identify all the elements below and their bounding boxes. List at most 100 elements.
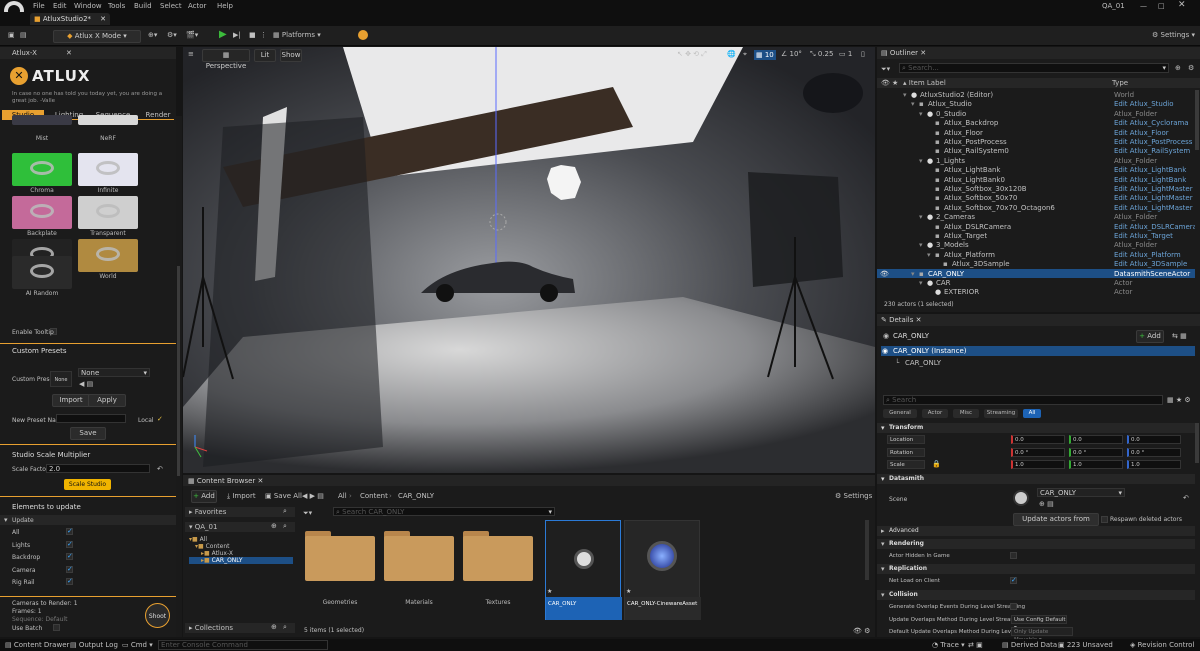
filter-streaming[interactable]: Streaming <box>984 409 1018 418</box>
details-tab[interactable]: ✎ Details ✕ <box>881 316 921 324</box>
filter-misc[interactable]: Misc <box>953 409 979 418</box>
outliner-item-type[interactable]: Edit Atlux_DSLRCamera <box>1114 223 1195 231</box>
tree-toggle-icon[interactable]: ▾ <box>911 270 915 278</box>
rotation-dropdown[interactable]: Rotation <box>887 447 925 457</box>
details-scrollbar[interactable] <box>1195 423 1199 463</box>
preset-thumb[interactable] <box>12 115 72 125</box>
atlux-icon[interactable] <box>358 30 368 40</box>
preset-thumb[interactable] <box>12 256 72 289</box>
panel-scrollbar[interactable] <box>176 116 182 637</box>
outliner-item-type[interactable]: Edit Atlux_LightMaster <box>1114 194 1193 202</box>
outliner-row[interactable]: ▾ ● CAR Actor <box>877 278 1195 287</box>
outliner-row[interactable]: ▪ Atlux_LightBank Edit Atlux_LightBank <box>877 165 1195 174</box>
outliner-row[interactable]: ▪ Atlux_3DSample Edit Atlux_3DSample <box>877 259 1195 268</box>
outliner-item-type[interactable]: DatasmithSceneActor <box>1114 270 1190 278</box>
mode-dropdown[interactable]: ◆ Atlux X Mode ▾ <box>53 30 141 43</box>
filter-all[interactable]: All <box>1023 409 1041 418</box>
location-value-z[interactable]: 0.0 <box>1127 435 1181 444</box>
asset-card[interactable]: CAR_ONLY-CinewareAsset ★ <box>624 520 701 620</box>
import-button[interactable]: Import <box>52 394 90 407</box>
child-component[interactable]: CAR_ONLY <box>905 359 941 367</box>
outliner-row[interactable]: ▪ Atlux_Softbox_30x120B Edit Atlux_LightMa… <box>877 184 1195 193</box>
outliner-row[interactable]: ▾ ▪ Atlux_Platform Edit Atlux_Platform <box>877 250 1195 259</box>
derived-data-button[interactable]: ▤ Derived Data <box>1002 641 1057 649</box>
details-search-input[interactable]: ⌕ Search <box>883 395 1163 405</box>
outliner-item-type[interactable]: Edit Atlux_3DSample <box>1114 260 1187 268</box>
tree-toggle-icon[interactable]: ▾ <box>919 241 923 249</box>
menu-window[interactable]: Window <box>74 2 102 10</box>
add-actor-icon[interactable]: ⊕▾ <box>148 31 157 39</box>
outliner-item-type[interactable]: Edit Atlux_PostProcess <box>1114 138 1192 146</box>
preset-dropdown[interactable]: None ▾ <box>78 368 150 377</box>
outliner-icon[interactable]: ▤ <box>20 31 27 39</box>
outliner-row[interactable]: ▾ ● 2_Cameras Atlux_Folder <box>877 212 1195 221</box>
location-dropdown[interactable]: Location <box>887 435 925 444</box>
search-icon[interactable]: ⌕ <box>283 507 287 516</box>
section-datasmith[interactable]: Datasmith <box>877 474 1195 484</box>
outliner-row[interactable]: ▪ Atlux_Softbox_70x70_Octagon6 Edit Atlux_… <box>877 203 1195 212</box>
menu-edit[interactable]: Edit <box>53 2 67 10</box>
outliner-scrollbar[interactable] <box>1195 90 1199 150</box>
content-search-input[interactable]: ⌕ Search CAR_ONLY ▾ <box>333 507 555 516</box>
hidden-in-game-checkbox[interactable] <box>1010 552 1017 559</box>
layout-icon[interactable]: ▯ <box>861 50 865 58</box>
outliner-item-type[interactable]: Edit Atlux_LightMaster <box>1114 185 1193 193</box>
gen-overlap-checkbox[interactable] <box>1010 603 1017 610</box>
instance-row[interactable]: CAR_ONLY (Instance) <box>881 346 1195 356</box>
select-mode-icon[interactable]: ↖ ✥ ⟲ ⤢ <box>677 50 707 59</box>
outliner-row[interactable]: ▾ ● 3_Models Atlux_Folder <box>877 240 1195 249</box>
outliner-item-type[interactable]: Edit Atlux_Floor <box>1114 129 1169 137</box>
import-button[interactable]: ⤓ Import <box>227 492 256 501</box>
outliner-settings-icon[interactable]: ⚙ <box>1188 64 1194 72</box>
save-all-button[interactable]: ▣ Save All <box>265 492 302 500</box>
search-icon[interactable]: ⌕ <box>283 522 287 531</box>
grid-snap[interactable]: ▦ 10 <box>754 50 776 60</box>
viewport-menu-icon[interactable]: ≡ <box>188 50 194 58</box>
outliner-item-type[interactable]: Edit Atlux_LightBank <box>1114 176 1186 184</box>
update-item-checkbox[interactable] <box>66 540 73 548</box>
asset-label[interactable]: Materials <box>387 599 451 606</box>
reset-icon[interactable]: ↶ <box>157 465 163 473</box>
rotation-value-y[interactable]: 0.0 ° <box>1069 447 1123 457</box>
angle-snap[interactable]: ∠ 10° <box>781 50 802 58</box>
outliner-row[interactable]: ▪ Atlux_Softbox_50x70 Edit Atlux_LightMast… <box>877 193 1195 202</box>
save-button[interactable]: Save <box>70 427 106 440</box>
layout-icon[interactable]: ⇄ ▣ <box>968 641 983 649</box>
asset-card[interactable]: CAR_ONLY ★ <box>545 520 622 620</box>
scale-snap[interactable]: ⤡ 0.25 <box>810 50 833 59</box>
outliner-row[interactable]: ▪ Atlux_Floor Edit Atlux_Floor <box>877 128 1195 137</box>
preset-thumb[interactable] <box>12 196 72 229</box>
scale-value-x[interactable]: 1.0 <box>1011 460 1065 469</box>
section-collision[interactable]: Collision <box>877 590 1195 600</box>
folder-icon[interactable] <box>463 531 533 581</box>
outliner-search-input[interactable]: ⌕ Search... ▾ <box>899 63 1169 73</box>
content-scrollbar[interactable] <box>865 520 869 580</box>
upd-overlap-dropdown[interactable]: Use Config Default ▾ <box>1011 615 1067 631</box>
tree-item-car-only[interactable]: ▸■ CAR_ONLY <box>189 557 293 564</box>
folder-icon[interactable] <box>305 531 375 581</box>
preset-thumb[interactable] <box>78 115 138 125</box>
net-load-checkbox[interactable] <box>1010 576 1017 584</box>
asset-label[interactable]: Geometries <box>308 599 372 606</box>
scene-asset-dropdown[interactable]: CAR_ONLY ▾ <box>1037 488 1125 497</box>
outliner-item-type[interactable]: Edit Atlux_Platform <box>1114 251 1181 259</box>
pin-col-icon[interactable]: ★ <box>892 79 898 87</box>
history-nav-icon[interactable]: ◀ ▶ ▤ <box>302 492 324 500</box>
maximize-button[interactable]: □ <box>1158 2 1165 10</box>
asset-label[interactable]: Textures <box>466 599 530 606</box>
col-item-label[interactable]: ▴ Item Label <box>903 79 946 87</box>
menu-build[interactable]: Build <box>134 2 152 10</box>
scale-value-z[interactable]: 1.0 <box>1127 460 1181 469</box>
step-icon[interactable]: ▶| <box>233 31 241 39</box>
reset-icon[interactable]: ↶ <box>1183 494 1189 502</box>
content-drawer-button[interactable]: ▤ Content Drawer <box>5 641 69 649</box>
camera-speed[interactable]: ▭ 1 <box>839 50 852 58</box>
def-overlap-dropdown[interactable]: Only Update Movable ▾ <box>1011 627 1073 643</box>
platforms-menu[interactable]: ▦ Platforms ▾ <box>273 31 321 39</box>
trace-button[interactable]: ◔ Trace ▾ <box>932 641 965 649</box>
collections-header[interactable]: ▸ Collections ⊕ ⌕ <box>185 623 295 633</box>
outliner-item-type[interactable]: Edit Atlux_Cyclorama <box>1114 119 1189 127</box>
outliner-row[interactable]: ▪ Atlux_DSLRCamera Edit Atlux_DSLRCamera <box>877 222 1195 231</box>
update-item-checkbox[interactable] <box>66 565 73 573</box>
menu-select[interactable]: Select <box>160 2 182 10</box>
